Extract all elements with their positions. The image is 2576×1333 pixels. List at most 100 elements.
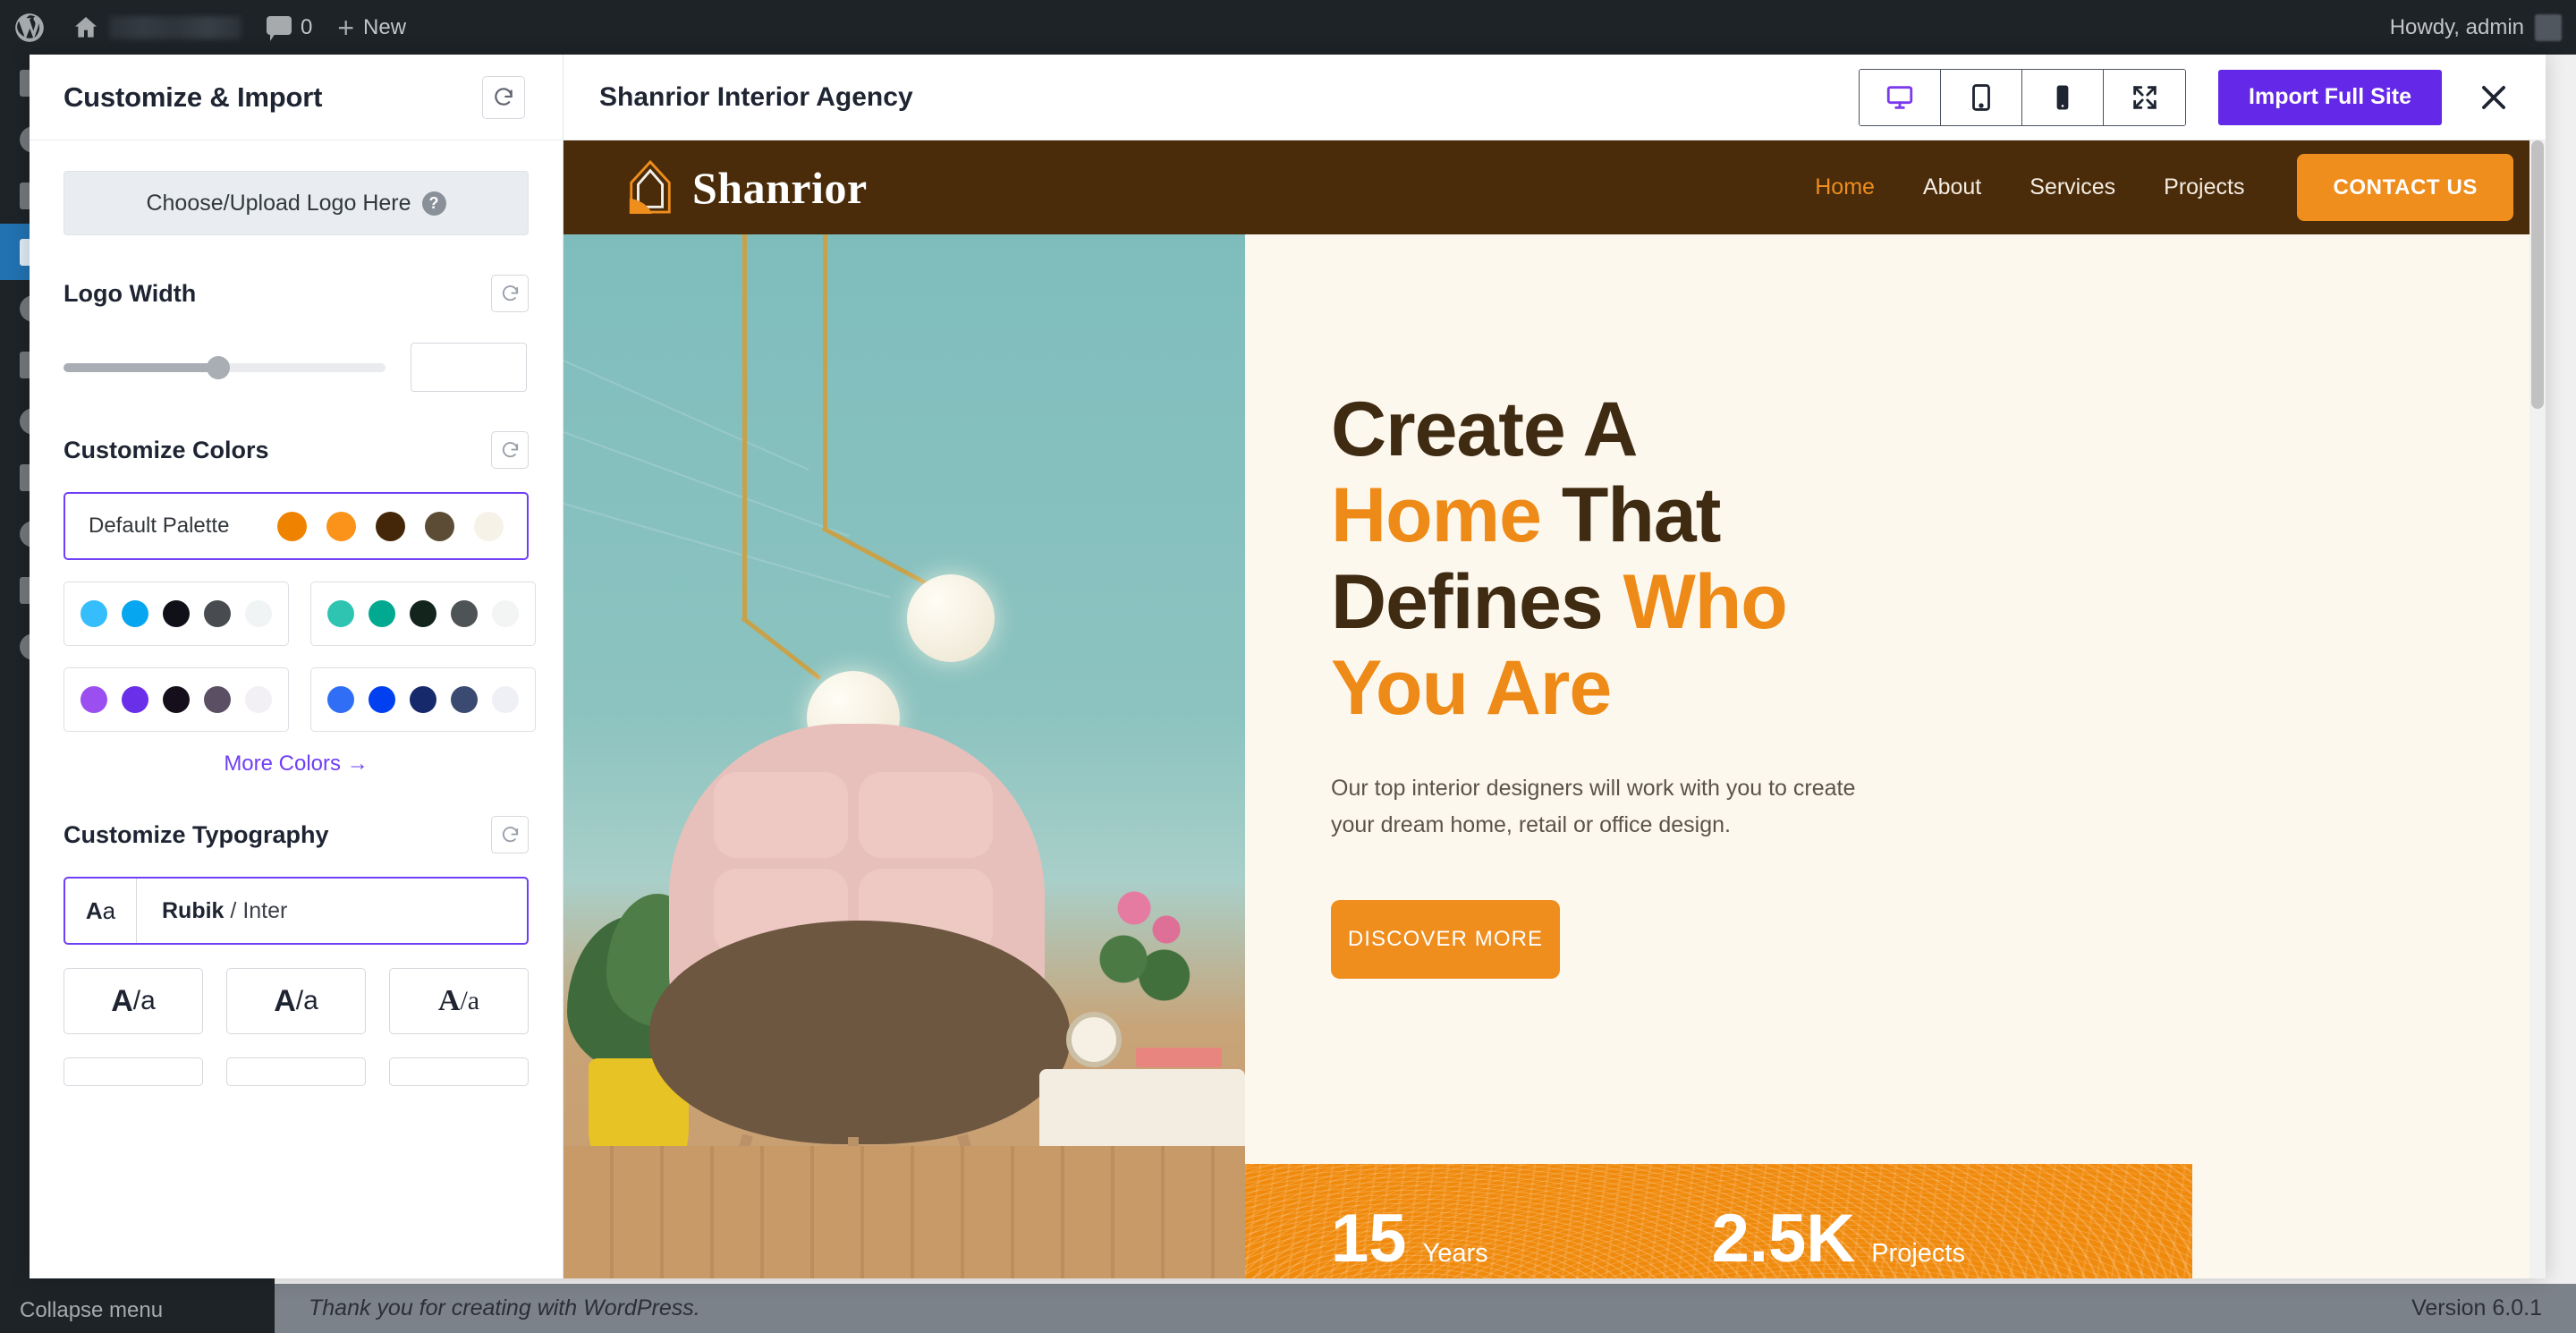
preview-scrollbar[interactable] (2529, 140, 2546, 1278)
footer-thanks-text: Thank you for creating with WordPress. (309, 1295, 700, 1320)
color-swatch[interactable] (204, 686, 231, 713)
color-swatch[interactable] (163, 600, 190, 627)
typography-option-tile[interactable]: A / a (64, 968, 203, 1034)
palette-purple[interactable] (64, 667, 289, 732)
color-swatch[interactable] (425, 511, 454, 541)
palette-indigo[interactable] (310, 667, 536, 732)
color-swatch[interactable] (376, 511, 405, 541)
site-preview-frame[interactable]: Shanrior Home About Services Projects CO… (564, 140, 2546, 1278)
nav-link-services[interactable]: Services (2005, 174, 2140, 200)
reset-logo-width-button[interactable] (491, 275, 529, 312)
color-swatch[interactable] (369, 600, 395, 627)
nav-link-about[interactable]: About (1899, 174, 2005, 200)
wp-logo-menu[interactable] (0, 0, 59, 55)
comments-menu[interactable]: 0 (254, 0, 325, 55)
color-swatch[interactable] (451, 686, 478, 713)
tablet-icon (1972, 83, 1990, 111)
nav-link-projects[interactable]: Projects (2140, 174, 2268, 200)
color-swatch[interactable] (163, 686, 190, 713)
help-icon[interactable]: ? (421, 191, 446, 216)
panel-header: Customize & Import (30, 55, 563, 140)
reset-all-button[interactable] (482, 75, 525, 119)
hero-line-3-rest: Defines (1331, 558, 1604, 645)
color-swatch[interactable] (327, 686, 354, 713)
palette-swatches (327, 600, 519, 627)
hero-line-4-accent: You Are (1331, 644, 1612, 731)
palette-default[interactable]: Default Palette (64, 492, 529, 560)
close-modal-button[interactable] (2469, 72, 2519, 123)
color-swatch[interactable] (245, 686, 272, 713)
color-swatch[interactable] (327, 600, 354, 627)
upload-logo-button[interactable]: Choose/Upload Logo Here ? (64, 171, 529, 235)
slider-thumb[interactable] (206, 355, 230, 379)
new-content-menu[interactable]: + New (325, 0, 419, 55)
reset-colors-button[interactable] (491, 431, 529, 469)
color-swatch[interactable] (245, 600, 272, 627)
color-swatch[interactable] (410, 686, 436, 713)
typography-option-tile[interactable] (389, 1057, 529, 1086)
site-name-blurred (109, 15, 242, 39)
typography-options-row-1: A / a A / a A / a (64, 968, 529, 1034)
logo-width-input[interactable] (411, 343, 527, 392)
books-stack (1136, 1048, 1222, 1067)
typography-selected[interactable]: Aa Rubik / Inter (64, 877, 529, 945)
preview-title: Shanrior Interior Agency (599, 81, 913, 112)
arrow-right-icon: → (346, 751, 369, 776)
color-swatch[interactable] (204, 600, 231, 627)
howdy-label[interactable]: Howdy, admin (2390, 15, 2524, 40)
color-swatch[interactable] (326, 511, 356, 541)
contact-us-button[interactable]: CONTACT US (2297, 154, 2513, 221)
alarm-clock (1066, 1012, 1122, 1067)
device-mobile-button[interactable] (2022, 69, 2105, 125)
palette-blue[interactable] (64, 582, 289, 646)
tile-caps: A (111, 983, 133, 1018)
reset-icon (502, 284, 518, 301)
fullscreen-button[interactable] (2104, 69, 2186, 125)
color-swatch[interactable] (80, 600, 107, 627)
more-colors-link[interactable]: More Colors → (64, 751, 529, 777)
device-tablet-button[interactable] (1941, 69, 2023, 125)
preview-toolbar: Shanrior Interior Agency Import Full Sit… (564, 55, 2546, 140)
color-swatch[interactable] (451, 600, 478, 627)
color-swatch[interactable] (474, 511, 504, 541)
typography-sample-lower: a (102, 896, 116, 924)
color-swatch[interactable] (410, 600, 436, 627)
discover-more-button[interactable]: DISCOVER MORE (1331, 900, 1560, 980)
palette-swatches (327, 686, 519, 713)
color-swatch[interactable] (122, 600, 148, 627)
palette-teal[interactable] (310, 582, 536, 646)
customize-import-modal: Customize & Import Choose/Upload Logo He… (30, 55, 2546, 1278)
reset-icon (495, 87, 513, 106)
color-swatch[interactable] (80, 686, 107, 713)
typography-option-tile[interactable]: A / a (226, 968, 366, 1034)
visit-site-menu[interactable] (59, 0, 254, 55)
logo-width-control[interactable] (64, 343, 529, 392)
logo-width-slider[interactable] (64, 355, 386, 379)
color-swatch[interactable] (369, 686, 395, 713)
wp-admin-bar: 0 + New Howdy, admin (0, 0, 2576, 55)
typography-option-tile[interactable]: A / a (389, 968, 529, 1034)
collapse-menu-button[interactable]: Collapse menu (0, 1288, 275, 1333)
hero-content: Create A Home That Defines Who You Are O… (1245, 234, 2546, 1278)
tile-lower: a (140, 986, 156, 1015)
color-swatch[interactable] (122, 686, 148, 713)
reset-typography-button[interactable] (491, 816, 529, 853)
site-nav: Home About Services Projects CONTACT US (1791, 154, 2546, 221)
flower-vase (1091, 876, 1199, 1010)
device-desktop-button[interactable] (1860, 69, 1942, 125)
site-brand[interactable]: Shanrior (624, 159, 868, 216)
typography-option-tile[interactable] (64, 1057, 203, 1086)
tile-slash: / (460, 986, 468, 1015)
import-full-site-button[interactable]: Import Full Site (2218, 69, 2442, 125)
color-swatch[interactable] (277, 511, 307, 541)
nav-link-home[interactable]: Home (1791, 174, 1899, 200)
typography-option-tile[interactable] (226, 1057, 366, 1086)
chair-shell (649, 921, 1070, 1144)
customize-colors-title: Customize Colors (64, 436, 269, 463)
avatar[interactable] (2535, 13, 2562, 41)
color-swatch[interactable] (492, 600, 519, 627)
hero-line-2-accent: Home (1331, 472, 1542, 559)
scrollbar-thumb[interactable] (2531, 140, 2544, 409)
comment-count: 0 (301, 14, 313, 39)
color-swatch[interactable] (492, 686, 519, 713)
